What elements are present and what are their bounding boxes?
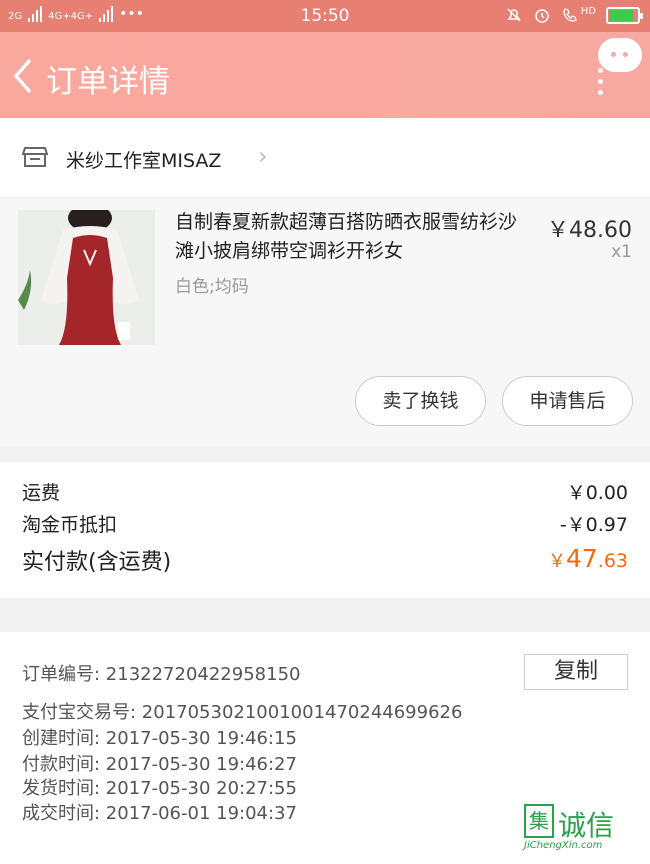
watermark-text: 诚信	[558, 809, 615, 842]
created-time: 创建时间: 2017-05-30 19:46:15	[22, 728, 297, 749]
alarm-icon	[535, 9, 549, 23]
status-bar: 2G 4G+4G+ ••• 15:50 HD	[0, 0, 650, 32]
battery-fill	[609, 9, 633, 21]
more-dots-icon	[598, 68, 604, 101]
paid-total-integer: 47	[565, 544, 598, 573]
shipping-label: 运费	[22, 482, 61, 504]
chat-bubble-icon[interactable]	[598, 38, 642, 72]
currency-symbol: ￥	[547, 551, 566, 572]
watermark-logo: 集 诚信 JiChengXin.com	[524, 804, 646, 856]
alipay-trade-number: 支付宝交易号: 2017053021001001470244699626	[22, 702, 463, 723]
watermark-url: JiChengXin.com	[524, 840, 603, 851]
coin-discount-label: 淘金币抵扣	[22, 514, 118, 536]
coin-discount-row: 淘金币抵扣 -￥0.97	[22, 510, 628, 537]
phone-hd-icon	[563, 8, 577, 22]
after-sale-button[interactable]: 申请售后	[502, 376, 633, 426]
status-right: HD	[505, 5, 643, 24]
resell-button[interactable]: 卖了换钱	[355, 376, 486, 426]
hd-label: HD	[580, 5, 596, 17]
shop-name: 米纱工作室MISAZ	[66, 150, 222, 172]
product-thumbnail[interactable]	[18, 210, 155, 345]
product-price: ￥48.60	[547, 218, 632, 243]
battery-icon	[606, 6, 643, 24]
shipping-row: 运费 ￥0.00	[22, 478, 628, 505]
product-image	[18, 210, 155, 345]
product-spec: 白色;均码	[175, 277, 249, 297]
watermark-box: 集	[524, 804, 554, 838]
paid-time: 付款时间: 2017-05-30 19:46:27	[22, 754, 297, 775]
shipped-time: 发货时间: 2017-05-30 20:27:55	[22, 778, 297, 799]
bell-muted-icon	[507, 8, 521, 22]
paid-total-row: 实付款(含运费) ￥47.63	[22, 544, 628, 576]
product-quantity: x1	[611, 242, 632, 262]
fee-summary: 运费 ￥0.00 淘金币抵扣 -￥0.97 实付款(含运费) ￥47.63	[0, 462, 650, 598]
chevron-right-icon: ›	[258, 142, 268, 170]
copy-button[interactable]: 复制	[524, 654, 628, 690]
paid-total-value: ￥47.63	[548, 544, 628, 573]
page-title: 订单详情	[46, 64, 170, 100]
coin-discount-value: -￥0.97	[559, 514, 628, 536]
store-icon	[22, 147, 48, 167]
paid-total-label: 实付款(含运费)	[22, 550, 172, 575]
product-title[interactable]: 自制春夏新款超薄百搭防晒衣服雪纺衫沙滩小披肩绑带空调衫开衫女	[175, 208, 530, 266]
paid-total-decimal: .63	[597, 550, 628, 572]
back-arrow-icon[interactable]	[10, 56, 36, 96]
nav-bar: 订单详情	[0, 32, 650, 118]
shipping-value: ￥0.00	[566, 482, 628, 504]
completed-time: 成交时间: 2017-06-01 19:04:37	[22, 803, 297, 824]
order-number[interactable]: 订单编号: 21322720422958150	[22, 660, 300, 686]
shop-row[interactable]: 米纱工作室MISAZ ›	[0, 118, 650, 198]
more-menu-button[interactable]	[598, 38, 642, 98]
order-item[interactable]: 自制春夏新款超薄百搭防晒衣服雪纺衫沙滩小披肩绑带空调衫开衫女 白色;均码 ￥48…	[0, 198, 650, 446]
